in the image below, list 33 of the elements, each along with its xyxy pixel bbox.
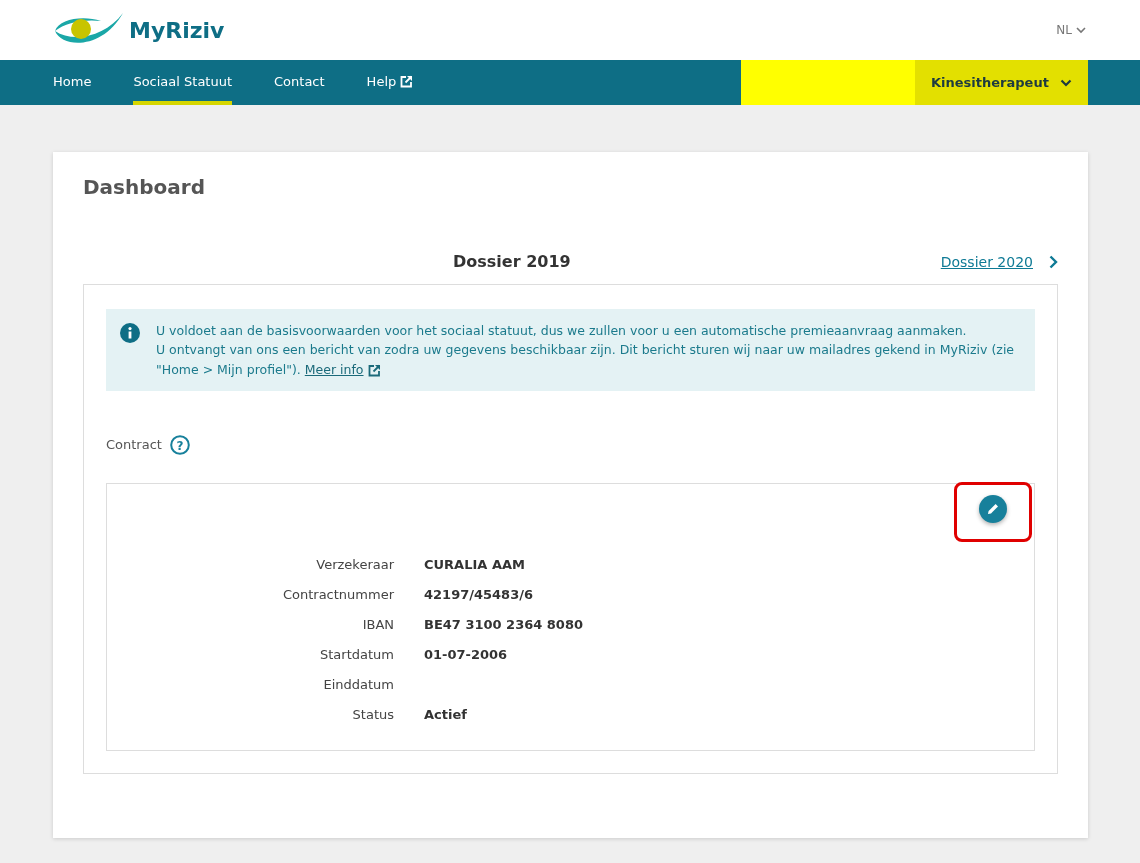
next-dossier-link[interactable]: Dossier 2020 — [940, 251, 1033, 273]
field-value: 01-07-2006 — [424, 646, 508, 665]
dossier-title: Dossier 2019 — [453, 252, 571, 271]
nav-tab[interactable]: Contact — [274, 60, 325, 105]
nav-tab[interactable]: Home — [53, 60, 92, 105]
info-icon — [120, 323, 140, 343]
field-value: Actief — [424, 706, 467, 725]
role-dropdown[interactable]: Kinesitherapeut — [915, 60, 1088, 105]
pencil-icon — [986, 502, 1000, 517]
field-label: Startdatum — [320, 647, 394, 663]
chevron-right-icon — [1049, 255, 1058, 269]
edit-button[interactable] — [979, 495, 1007, 524]
field-label: Einddatum — [323, 677, 394, 693]
field-label: Status — [352, 707, 394, 723]
field-label: IBAN — [362, 617, 394, 633]
logo-text: MyRiziv — [129, 16, 225, 45]
page-title: Dashboard — [83, 174, 206, 201]
more-info-link[interactable]: Meer info — [304, 361, 364, 377]
nav-tab[interactable]: Sociaal Statuut — [133, 60, 233, 105]
help-icon[interactable]: ? — [169, 435, 190, 456]
alert-text: U ontvangt van ons een bericht van zodra uw gegevens beschikbaar zijn. Dit bericht sturen wij naar uw mailadres gekend in MyRiziv (zie "Home > Mijn profiel"). Meer info — [156, 341, 1015, 379]
field-value: 42197/45483/6 — [424, 586, 533, 605]
chevron-down-icon — [1060, 78, 1072, 87]
nav-tab[interactable]: Help — [366, 60, 414, 105]
chevron-down-icon — [1076, 26, 1086, 34]
external-link-icon — [367, 363, 381, 377]
language-selector[interactable]: NL — [1055, 20, 1087, 40]
field-label: Contractnummer — [282, 587, 394, 603]
alert-text: U voldoet aan de basisvoorwaarden voor het sociaal statuut, dus we zullen voor u een automatische premieaanvraag aanmaken. — [156, 322, 968, 340]
field-label: Verzekeraar — [316, 557, 394, 573]
section-heading: Contract — [106, 436, 162, 455]
field-value: BE47 3100 2364 8080 — [424, 616, 583, 635]
field-value: CURALIA AAM — [424, 556, 525, 575]
